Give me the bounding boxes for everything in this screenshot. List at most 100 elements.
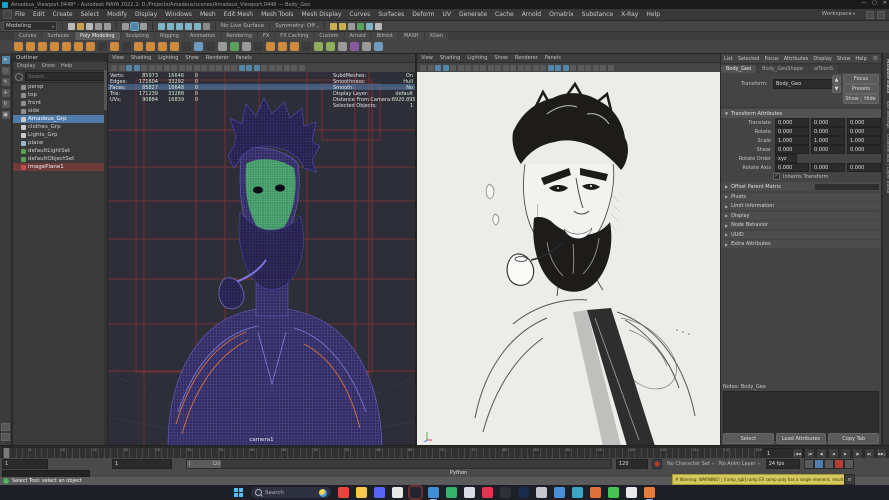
shelf-tool-icon[interactable]	[362, 42, 371, 51]
shelf-tab[interactable]: Rendering	[221, 32, 257, 40]
viewport-menu-item[interactable]: Shading	[440, 55, 460, 61]
selection-mode-icon[interactable]	[131, 23, 138, 30]
viewport-menu-item[interactable]: Renderer	[515, 55, 538, 61]
fps-dropdown[interactable]: 24 fps	[766, 459, 800, 469]
viewport-toolbar-icon[interactable]	[428, 65, 434, 71]
shelf-tool-icon[interactable]	[170, 42, 179, 51]
maya-menu-icon[interactable]	[3, 10, 12, 19]
shelf-tool-icon[interactable]	[230, 42, 239, 51]
shelf-tool-icon[interactable]	[146, 42, 155, 51]
playback-end-field[interactable]: 120	[616, 459, 648, 469]
transform-name-field[interactable]: Body_Geo	[773, 79, 833, 89]
shelf-tool-icon[interactable]	[98, 42, 107, 51]
viewport-toolbar-icon[interactable]	[488, 65, 494, 71]
attribute-editor-tab[interactable]: aiToonS	[809, 65, 838, 73]
value-field-x[interactable]: 0.000	[775, 118, 809, 127]
viewport-toolbar-icon[interactable]	[540, 65, 546, 71]
rotate-tool-icon[interactable]: ↻	[2, 100, 10, 108]
menu-item[interactable]: X-Ray	[621, 11, 638, 18]
menu-item[interactable]: File	[15, 11, 25, 18]
collapsed-section[interactable]: ▶ UUID	[721, 231, 881, 239]
taskbar-app-icon[interactable]	[410, 487, 421, 498]
viewport-toolbar-icon[interactable]	[465, 65, 471, 71]
attribute-editor-menu-item[interactable]: Display	[813, 56, 831, 62]
viewport-left-canvas[interactable]: Verts:85973166460 Edges:171604332920 Fac…	[108, 72, 415, 446]
gear-icon[interactable]: ⚙	[873, 55, 878, 62]
viewport-right[interactable]: ViewShadingLightingShowRendererPanels	[416, 53, 721, 447]
attribute-editor-tab[interactable]: Body_GeoShape	[757, 65, 808, 73]
hide-button[interactable]: Hide	[861, 94, 879, 104]
value-field-y[interactable]: 0.000	[811, 118, 845, 127]
menu-item[interactable]: Edit Mesh	[224, 11, 253, 18]
shelf-tool-icon[interactable]	[290, 42, 299, 51]
shelf-tab[interactable]: Curves	[14, 32, 41, 40]
menu-item[interactable]: Mesh	[200, 11, 216, 18]
shelf-tool-icon[interactable]	[302, 42, 311, 51]
viewport-toolbar-icon[interactable]	[269, 65, 275, 71]
shelf-tool-icon[interactable]	[350, 42, 359, 51]
auto-key-icon[interactable]	[814, 459, 824, 469]
viewport-toolbar-icon[interactable]	[458, 65, 464, 71]
outliner-item[interactable]: defaultLightSet	[13, 147, 108, 155]
shelf-tab[interactable]: Custom	[314, 32, 343, 40]
menu-item[interactable]: Modify	[107, 11, 127, 18]
viewport-toolbar-icon[interactable]	[239, 65, 245, 71]
value-field-z[interactable]: 0.000	[847, 118, 881, 127]
viewport-toolbar-icon[interactable]	[261, 65, 267, 71]
viewport-toolbar-icon[interactable]	[563, 65, 569, 71]
viewport-menu-item[interactable]: View	[112, 55, 124, 61]
taskbar-app-icon[interactable]	[338, 487, 349, 498]
viewport-toolbar-icon[interactable]	[435, 65, 441, 71]
footer-button[interactable]: Select	[723, 433, 774, 444]
menu-item[interactable]: Cache	[495, 11, 514, 18]
outliner-item[interactable]: top	[13, 91, 108, 99]
collapsed-section[interactable]: ▶ Extra Attributes	[721, 240, 881, 248]
selection-mode-icon[interactable]	[122, 23, 129, 30]
viewport-toolbar-icon[interactable]	[450, 65, 456, 71]
shelf-tool-icon[interactable]	[338, 42, 347, 51]
viewport-toolbar-icon[interactable]	[593, 65, 599, 71]
value-field-y[interactable]: 1.000	[811, 136, 845, 145]
taskbar-app-icon[interactable]	[572, 487, 583, 498]
value-field-z[interactable]: 1.000	[847, 136, 881, 145]
viewport-toolbar-icon[interactable]	[179, 65, 185, 71]
outliner-item[interactable]: Amadeus_Grp	[13, 115, 108, 123]
menu-item[interactable]: Curves	[349, 11, 370, 18]
loop-icon[interactable]	[804, 459, 814, 469]
shelf-tab[interactable]: FX	[258, 32, 274, 40]
four-pane-layout-icon[interactable]	[1, 433, 10, 441]
shelf-tool-icon[interactable]	[182, 42, 191, 51]
outliner-item[interactable]: plane	[13, 139, 108, 147]
set-key-icon[interactable]	[652, 459, 662, 469]
viewport-toolbar-icon[interactable]	[555, 65, 561, 71]
range-slider-handle[interactable]: 1 120	[187, 460, 221, 468]
viewport-toolbar-icon[interactable]	[510, 65, 516, 71]
outliner-item[interactable]: persp	[13, 83, 108, 91]
viewport-toolbar-icon[interactable]	[156, 65, 162, 71]
status-icon[interactable]	[104, 23, 111, 30]
lasso-tool-icon[interactable]: ◌	[2, 67, 10, 75]
select-tool-icon[interactable]: ➤	[2, 56, 10, 64]
shelf-tool-icon[interactable]	[26, 42, 35, 51]
render-icon[interactable]	[330, 23, 337, 30]
attribute-editor-menu-item[interactable]: Selected	[738, 56, 760, 62]
viewport-toolbar-icon[interactable]	[291, 65, 297, 71]
taskbar-app-icon[interactable]	[428, 487, 439, 498]
workspace-options-icon[interactable]	[877, 11, 885, 19]
taskbar-app-icon[interactable]	[536, 487, 547, 498]
menu-item[interactable]: Select	[81, 11, 100, 18]
value-field-x[interactable]: 0.000	[775, 145, 809, 154]
shelf-tool-icon[interactable]	[254, 42, 263, 51]
viewport-toolbar-icon[interactable]	[141, 65, 147, 71]
taskbar-app-icon[interactable]	[500, 487, 511, 498]
anim-layer-dropdown[interactable]: No Anim Layer	[719, 461, 760, 467]
shelf-tab[interactable]: Bifrost	[372, 32, 398, 40]
menu-item[interactable]: Create	[53, 11, 73, 18]
footer-button[interactable]: Copy Tab	[828, 433, 879, 444]
collapsed-section[interactable]: ▶ Pivots	[721, 193, 881, 201]
shelf-tab[interactable]: Surfaces	[42, 32, 74, 40]
viewport-toolbar-icon[interactable]	[299, 65, 305, 71]
viewport-toolbar-icon[interactable]	[533, 65, 539, 71]
taskbar-app-icon[interactable]	[464, 487, 475, 498]
viewport-toolbar-icon[interactable]	[420, 65, 426, 71]
